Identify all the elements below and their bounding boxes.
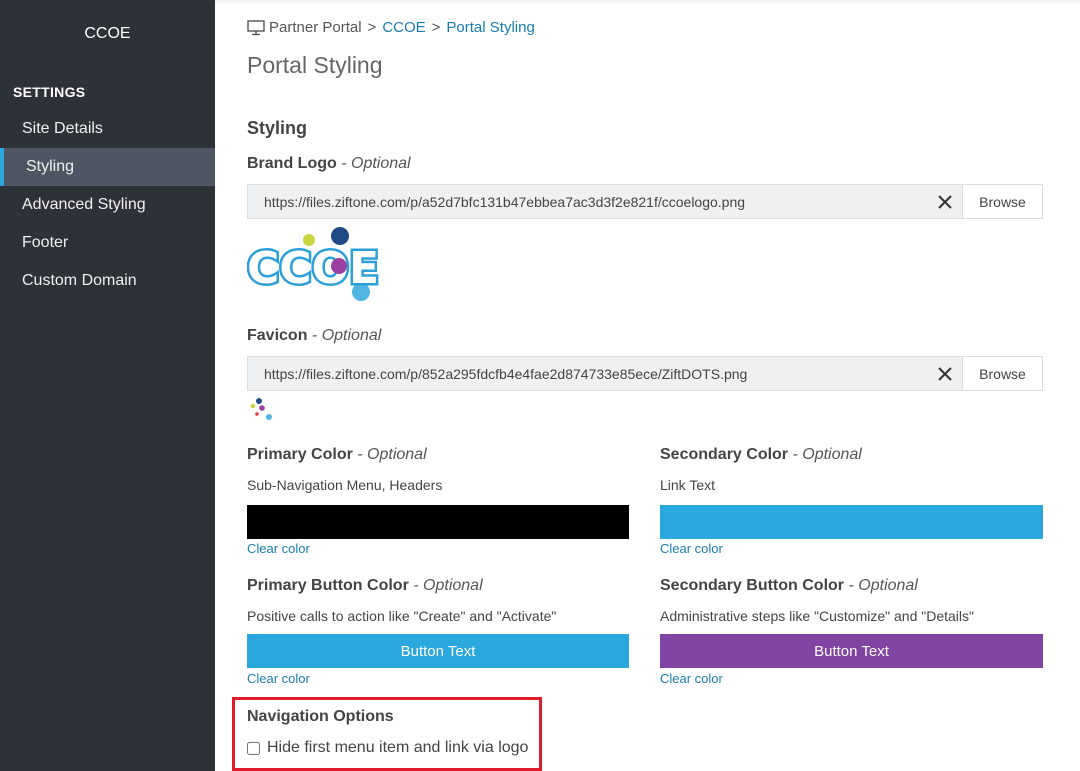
optional-suffix: - Optional: [341, 155, 411, 172]
page-title: Portal Styling: [247, 52, 383, 78]
breadcrumb-separator: >: [431, 19, 441, 36]
primary-button-color-description: Positive calls to action like "Create" a…: [247, 608, 557, 624]
app-name: CCOE: [84, 25, 131, 42]
sidebar-item-advanced-styling[interactable]: Advanced Styling: [0, 186, 215, 224]
sidebar: CCOE SETTINGS Site Details Styling Advan…: [0, 0, 215, 771]
monitor-icon: [247, 19, 265, 35]
navigation-options-title: Navigation Options: [247, 708, 394, 725]
optional-suffix: - Optional: [792, 446, 862, 463]
favicon-label: Favicon - Optional: [247, 327, 381, 345]
primary-color-label: Primary Color - Optional: [247, 446, 427, 464]
secondary-color-label-text: Secondary Color: [660, 446, 789, 463]
favicon-url[interactable]: https://files.ziftone.com/p/852a295fdcfb…: [248, 366, 928, 382]
brand-logo-url[interactable]: https://files.ziftone.com/p/a52d7bfc131b…: [248, 194, 928, 210]
breadcrumb-portal-styling[interactable]: Portal Styling: [446, 19, 534, 36]
brand-logo-label-text: Brand Logo: [247, 155, 337, 172]
secondary-color-description: Link Text: [660, 477, 715, 493]
favicon-url-field[interactable]: https://files.ziftone.com/p/852a295fdcfb…: [247, 356, 1043, 391]
sidebar-item-styling[interactable]: Styling: [0, 148, 215, 186]
main-content: Partner Portal > CCOE > Portal Styling P…: [245, 0, 1080, 771]
sidebar-item-custom-domain[interactable]: Custom Domain: [0, 262, 215, 300]
primary-button-color-label-text: Primary Button Color: [247, 577, 409, 594]
hide-first-menu-item-checkbox[interactable]: [247, 741, 260, 755]
secondary-color-clear-link[interactable]: Clear color: [660, 541, 723, 556]
brand-logo-label: Brand Logo - Optional: [247, 155, 411, 173]
brand-logo-clear-icon[interactable]: [928, 185, 962, 218]
optional-suffix: - Optional: [311, 327, 382, 344]
hide-first-menu-item-label[interactable]: Hide first menu item and link via logo: [267, 739, 528, 757]
brand-logo-browse-button[interactable]: Browse: [962, 185, 1042, 218]
sidebar-item-footer[interactable]: Footer: [0, 224, 215, 262]
ccoe-logo-text: CCOE: [247, 243, 379, 294]
zift-dots-icon: [250, 398, 272, 420]
optional-suffix: - Optional: [413, 577, 483, 594]
brand-logo-url-field[interactable]: https://files.ziftone.com/p/a52d7bfc131b…: [247, 184, 1043, 219]
primary-button-clear-link[interactable]: Clear color: [247, 671, 310, 686]
ccoe-logo-icon: CCOE: [245, 227, 382, 301]
favicon-browse-button[interactable]: Browse: [962, 357, 1042, 390]
brand-logo-preview: CCOE: [245, 226, 397, 302]
secondary-color-swatch[interactable]: [660, 505, 1043, 539]
secondary-color-label: Secondary Color - Optional: [660, 446, 862, 464]
secondary-button-color-label-text: Secondary Button Color: [660, 577, 845, 594]
secondary-button-color-label: Secondary Button Color - Optional: [660, 577, 918, 595]
breadcrumb: Partner Portal > CCOE > Portal Styling: [247, 19, 535, 36]
secondary-button-color-description: Administrative steps like "Customize" an…: [660, 608, 974, 624]
primary-color-swatch[interactable]: [247, 505, 629, 539]
breadcrumb-ccoe[interactable]: CCOE: [382, 19, 425, 36]
sidebar-menu: Site Details Styling Advanced Styling Fo…: [0, 110, 215, 300]
primary-button-preview[interactable]: Button Text: [247, 634, 629, 668]
primary-color-description: Sub-Navigation Menu, Headers: [247, 477, 443, 493]
primary-color-clear-link[interactable]: Clear color: [247, 541, 310, 556]
primary-color-label-text: Primary Color: [247, 446, 353, 463]
secondary-button-preview[interactable]: Button Text: [660, 634, 1043, 668]
favicon-clear-icon[interactable]: [928, 357, 962, 390]
hide-first-menu-item-option[interactable]: Hide first menu item and link via logo: [247, 739, 528, 757]
breadcrumb-partner-portal[interactable]: Partner Portal: [269, 19, 362, 36]
optional-suffix: - Optional: [357, 446, 427, 463]
secondary-button-clear-link[interactable]: Clear color: [660, 671, 723, 686]
breadcrumb-separator: >: [367, 19, 377, 36]
favicon-label-text: Favicon: [247, 327, 308, 344]
primary-button-color-label: Primary Button Color - Optional: [247, 577, 483, 595]
section-heading-styling: Styling: [247, 118, 308, 138]
optional-suffix: - Optional: [848, 577, 918, 594]
favicon-preview: [247, 397, 277, 423]
sidebar-section-title: SETTINGS: [13, 84, 86, 100]
sidebar-item-site-details[interactable]: Site Details: [0, 110, 215, 148]
